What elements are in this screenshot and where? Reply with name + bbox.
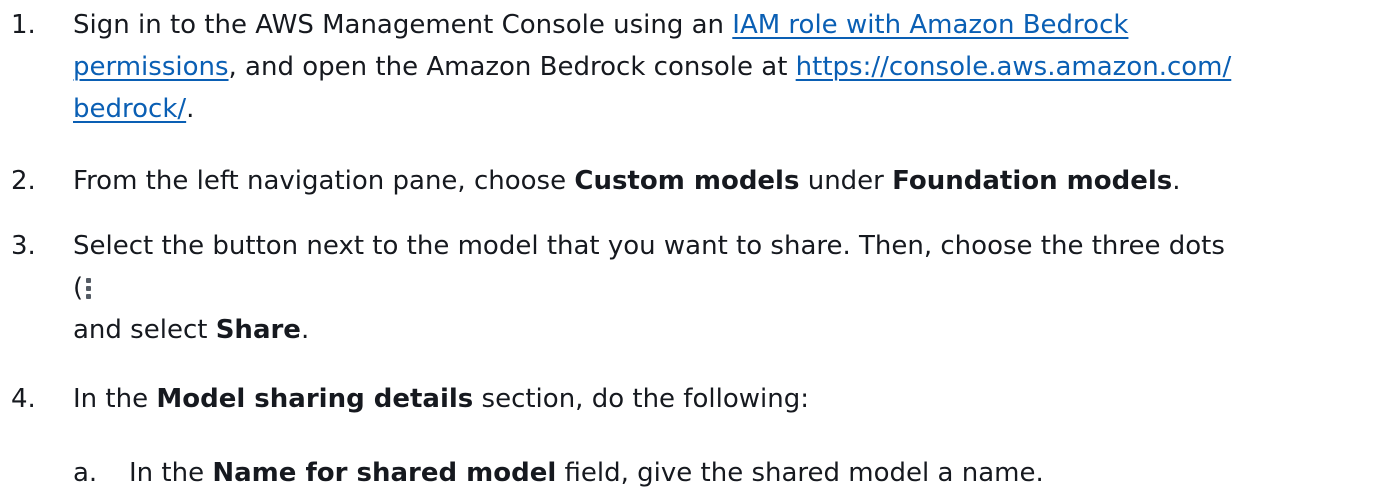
step-text-segment: In the — [73, 384, 157, 414]
iam-role-link-continued[interactable]: permissions — [73, 52, 229, 82]
iam-role-link[interactable]: IAM role with Amazon Bedrock — [732, 10, 1128, 40]
step-text-segment: In the — [129, 458, 213, 488]
step-text-segment: under — [799, 166, 893, 196]
step-text-segment: . — [1172, 166, 1181, 196]
more-options-dots-icon — [85, 276, 93, 302]
step-line: permissions, and open the Amazon Bedrock… — [73, 46, 1363, 88]
step-number: 2. — [11, 166, 36, 196]
ui-term-custom-models: Custom models — [574, 166, 800, 196]
step-line: and select Share. — [73, 309, 1363, 351]
step-line: Select the button next to the model that… — [73, 231, 1225, 261]
step-line: Sign in to the AWS Management Console us… — [73, 4, 1363, 46]
step-text: In the Model sharing details section, do… — [73, 378, 1363, 420]
step-text-segment: . — [300, 315, 310, 345]
step-text: Sign in to the AWS Management Console us… — [73, 4, 1363, 130]
step-text: Select the button next to the model that… — [73, 225, 1363, 351]
step-line: ( — [73, 267, 1363, 309]
substep-text: In the Name for shared model field, give… — [129, 452, 1359, 494]
bedrock-console-url-link[interactable]: https://console.aws.amazon.com/ — [796, 52, 1232, 82]
step-text-segment: section, do the following: — [473, 384, 809, 414]
step-text-segment: Sign in to the AWS Management Console us… — [73, 10, 733, 40]
step-line: From the left navigation pane, choose Cu… — [73, 160, 1363, 202]
ui-term-name-for-shared-model: Name for shared model — [212, 458, 557, 488]
step-text-segment: From the left navigation pane, choose — [73, 166, 575, 196]
step-line: bedrock/. — [73, 88, 1363, 130]
ui-term-foundation-models: Foundation models — [892, 166, 1173, 196]
step-number: 3. — [11, 231, 36, 261]
step-text: From the left navigation pane, choose Cu… — [73, 160, 1363, 202]
ui-term-share: Share — [215, 315, 301, 345]
step-line: In the Name for shared model field, give… — [129, 452, 1359, 494]
step-number: 4. — [11, 384, 36, 414]
step-text-segment: and select — [73, 315, 216, 345]
open-paren: ( — [73, 273, 84, 303]
step-line: In the Model sharing details section, do… — [73, 378, 1363, 420]
ui-term-model-sharing-details: Model sharing details — [156, 384, 474, 414]
step-text-segment: field, give the shared model a name. — [556, 458, 1044, 488]
step-number: 1. — [11, 10, 36, 40]
substep-letter: a. — [73, 458, 98, 488]
step-text-segment: , and open the Amazon Bedrock console at — [228, 52, 796, 82]
step-text-segment: . — [186, 94, 195, 124]
bedrock-console-url-link-continued[interactable]: bedrock/ — [73, 94, 186, 124]
